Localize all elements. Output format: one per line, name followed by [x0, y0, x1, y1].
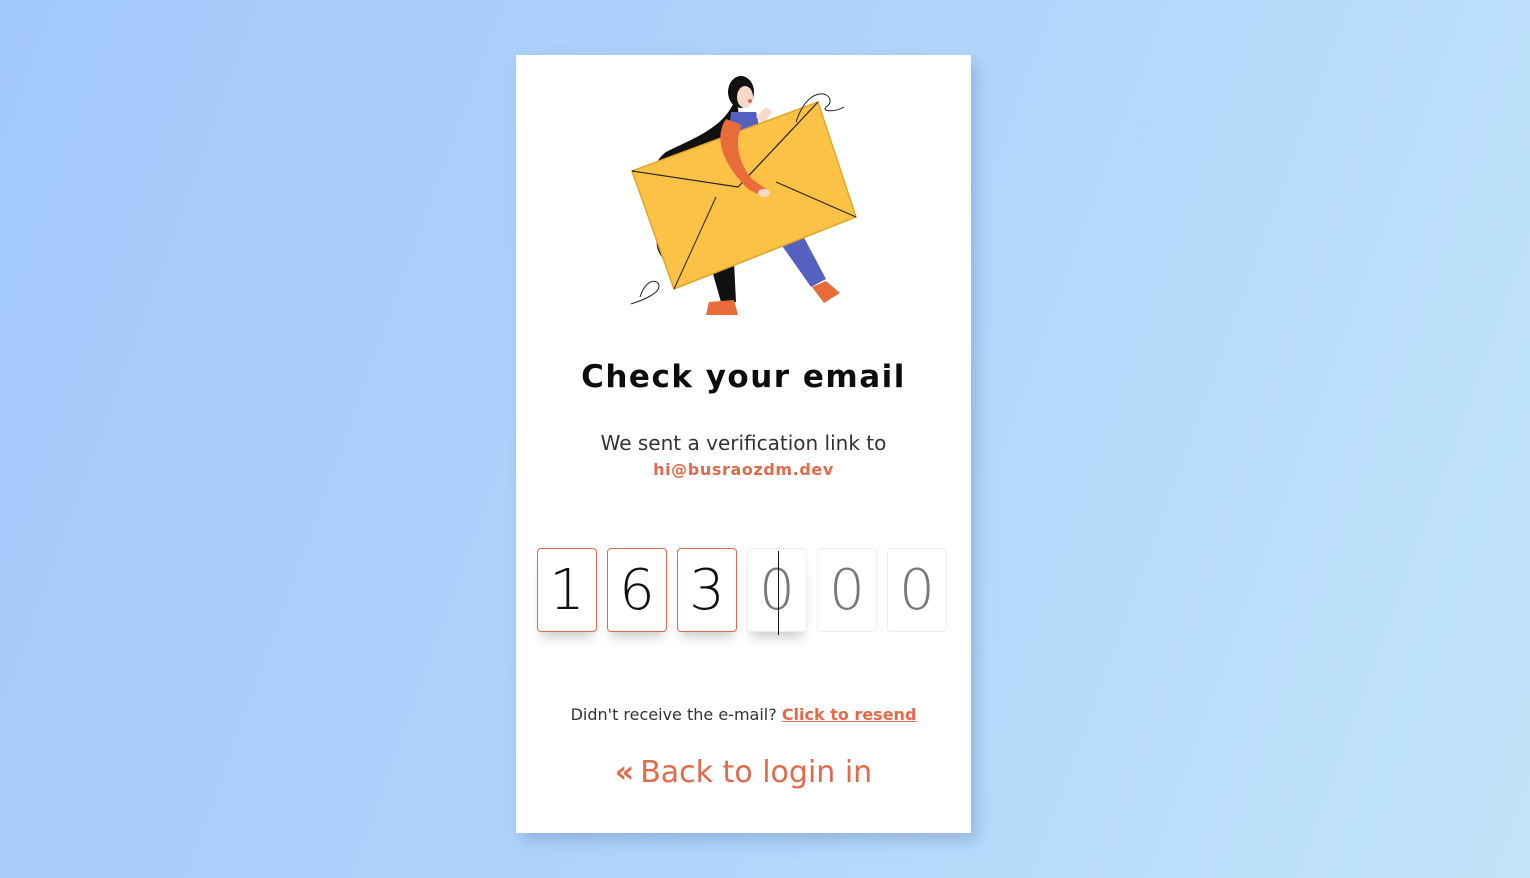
recipient-email: hi@busraozdm.dev [653, 460, 834, 479]
verification-message: We sent a verification link to [600, 431, 887, 455]
otp-code-inputs: 1 6 3 0 0 0 [537, 548, 957, 638]
back-to-login-link[interactable]: «Back to login in [516, 755, 971, 790]
otp-digit-6-input[interactable]: 0 [887, 548, 947, 632]
otp-digit-4-value: 0 [759, 558, 795, 623]
double-chevron-left-icon: « [614, 755, 635, 790]
verification-card: Check your email We sent a verification … [516, 55, 971, 833]
page-title: Check your email [581, 359, 906, 395]
otp-digit-4-input[interactable]: 0 [747, 548, 807, 635]
otp-digit-2-input[interactable]: 6 [607, 548, 667, 632]
resend-row: Didn't receive the e-mail? Click to rese… [516, 705, 971, 724]
resend-link[interactable]: Click to resend [782, 705, 917, 724]
text-caret [778, 551, 779, 635]
otp-digit-5-input[interactable]: 0 [817, 548, 877, 632]
back-to-login-label: Back to login in [640, 755, 873, 790]
resend-prompt: Didn't receive the e-mail? [570, 705, 777, 724]
otp-digit-3-input[interactable]: 3 [677, 548, 737, 632]
woman-holding-envelope-illustration [630, 76, 857, 315]
otp-digit-1-input[interactable]: 1 [537, 548, 597, 632]
